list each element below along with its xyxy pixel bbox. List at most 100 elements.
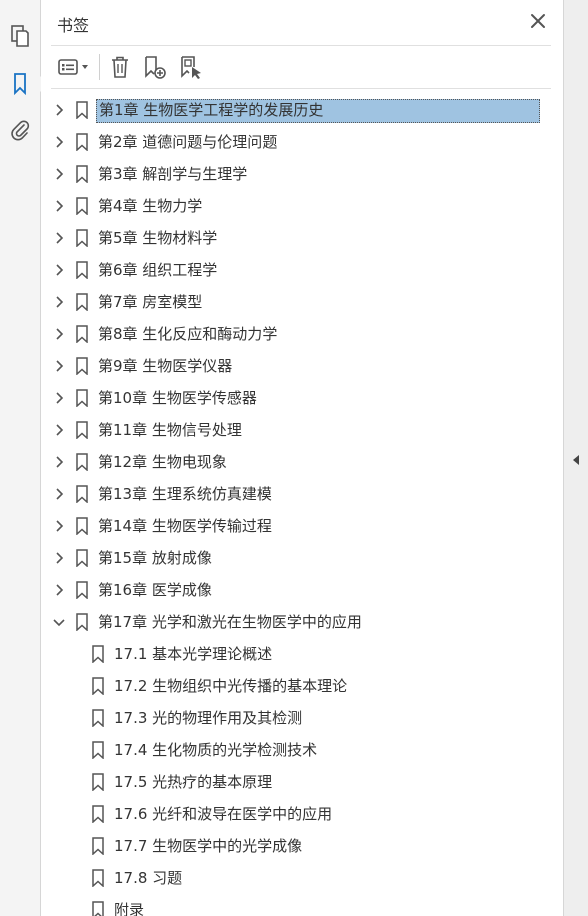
options-icon [58, 59, 88, 75]
bookmark-label: 17.1 基本光学理论概述 [114, 645, 273, 663]
bookmark-row[interactable]: 第11章 生物信号处理 [41, 415, 541, 445]
bookmark-row[interactable]: 第10章 生物医学传感器 [41, 383, 541, 413]
bookmark-label: 第7章 房室模型 [98, 293, 203, 311]
bookmarks-panel: 书签 第1章 生物医学工程学的发展历史 第2章 道德问题与伦理问题 第3章 解剖… [41, 0, 588, 916]
collapse-panel-button[interactable] [570, 452, 582, 468]
bookmark-row[interactable]: 第14章 生物医学传输过程 [41, 511, 541, 541]
bookmark-row[interactable]: 第6章 组织工程学 [41, 255, 541, 285]
bookmark-row[interactable]: 17.4 生化物质的光学检测技术 [41, 735, 541, 765]
chevron-right-icon[interactable] [51, 422, 67, 438]
bookmark-row[interactable]: 17.1 基本光学理论概述 [41, 639, 541, 669]
options-button[interactable] [55, 54, 95, 80]
bookmark-row[interactable]: 第12章 生物电现象 [41, 447, 541, 477]
chevron-right-icon[interactable] [51, 198, 67, 214]
bookmark-icon [75, 133, 89, 152]
bookmark-row[interactable]: 附录 [41, 895, 541, 916]
chevron-right-icon[interactable] [51, 230, 67, 246]
bookmark-label: 第14章 生物医学传输过程 [98, 517, 272, 535]
bookmark-icon [75, 485, 89, 504]
bookmark-label: 第5章 生物材料学 [98, 229, 218, 247]
bookmark-row[interactable]: 17.7 生物医学中的光学成像 [41, 831, 541, 861]
bookmark-row[interactable]: 第13章 生理系统仿真建模 [41, 479, 541, 509]
pages-button[interactable] [0, 18, 40, 54]
bookmark-icon [91, 805, 105, 824]
bookmark-row[interactable]: 第17章 光学和激光在生物医学中的应用 [41, 607, 541, 637]
chevron-right-icon[interactable] [51, 294, 67, 310]
bookmark-icon [75, 229, 89, 248]
bookmark-icon [75, 581, 89, 600]
bookmark-from-selection-button[interactable] [177, 54, 205, 80]
bookmark-icon [75, 517, 89, 536]
chevron-right-icon[interactable] [51, 518, 67, 534]
bookmark-row[interactable]: 第5章 生物材料学 [41, 223, 541, 253]
bookmark-label: 第9章 生物医学仪器 [98, 357, 233, 375]
bookmark-label: 17.6 光纤和波导在医学中的应用 [114, 805, 333, 823]
bookmark-row[interactable]: 17.5 光热疗的基本原理 [41, 767, 541, 797]
bookmark-row[interactable]: 第4章 生物力学 [41, 191, 541, 221]
bookmark-label: 第8章 生化反应和酶动力学 [98, 325, 278, 343]
bookmark-row[interactable]: 第16章 医学成像 [41, 575, 541, 605]
left-rail [0, 0, 48, 916]
bookmark-icon [91, 837, 105, 856]
chevron-right-icon[interactable] [51, 166, 67, 182]
triangle-left-icon [573, 455, 579, 465]
bookmark-label: 17.8 习题 [114, 869, 183, 887]
chevron-right-icon[interactable] [51, 550, 67, 566]
bookmark-label: 17.7 生物医学中的光学成像 [114, 837, 303, 855]
delete-bookmark-button[interactable] [107, 54, 133, 80]
bookmark-label: 第3章 解剖学与生理学 [98, 165, 248, 183]
panel-title: 书签 [57, 16, 90, 35]
bookmark-label: 第10章 生物医学传感器 [98, 389, 257, 407]
bookmark-label: 第6章 组织工程学 [98, 261, 218, 279]
bookmark-toolbar [51, 45, 551, 89]
bookmark-icon [91, 901, 105, 916]
bookmark-icon [75, 549, 89, 568]
bookmark-row[interactable]: 17.6 光纤和波导在医学中的应用 [41, 799, 541, 829]
bookmark-icon [91, 677, 105, 696]
chevron-right-icon[interactable] [51, 582, 67, 598]
bookmark-icon [75, 325, 89, 344]
attachments-button[interactable] [0, 112, 40, 148]
bookmark-label: 第11章 生物信号处理 [98, 421, 242, 439]
new-bookmark-button[interactable] [141, 54, 169, 80]
bookmark-label: 附录 [114, 901, 145, 916]
panel-header: 书签 [41, 0, 563, 44]
chevron-right-icon[interactable] [51, 454, 67, 470]
chevron-right-icon[interactable] [51, 326, 67, 342]
bookmark-row[interactable]: 第7章 房室模型 [41, 287, 541, 317]
bookmark-row[interactable]: 第8章 生化反应和酶动力学 [41, 319, 541, 349]
bookmark-icon [75, 261, 89, 280]
bookmark-icon [75, 197, 89, 216]
pages-icon [11, 25, 29, 47]
bookmark-label: 第15章 放射成像 [98, 549, 212, 567]
bookmark-icon [75, 389, 89, 408]
panel-splitter[interactable] [563, 0, 588, 916]
bookmark-icon [75, 453, 89, 472]
bookmark-icon [75, 165, 89, 184]
bookmark-row[interactable]: 第15章 放射成像 [41, 543, 541, 573]
bookmark-icon [91, 741, 105, 760]
bookmark-row[interactable]: 第3章 解剖学与生理学 [41, 159, 541, 189]
chevron-right-icon[interactable] [51, 358, 67, 374]
chevron-right-icon[interactable] [51, 486, 67, 502]
bookmark-icon [91, 773, 105, 792]
chevron-down-icon[interactable] [51, 614, 67, 630]
bookmark-row[interactable]: 第9章 生物医学仪器 [41, 351, 541, 381]
bookmark-row[interactable]: 17.2 生物组织中光传播的基本理论 [41, 671, 541, 701]
toolbar-separator [99, 54, 100, 80]
close-panel-button[interactable] [527, 10, 549, 32]
chevron-right-icon[interactable] [51, 262, 67, 278]
chevron-right-icon[interactable] [51, 102, 67, 118]
bookmark-label: 第12章 生物电现象 [98, 453, 227, 471]
bookmark-label: 第13章 生理系统仿真建模 [98, 485, 272, 503]
bookmark-row[interactable]: 第1章 生物医学工程学的发展历史 [41, 95, 541, 125]
bookmark-label: 第2章 道德问题与伦理问题 [98, 133, 278, 151]
chevron-right-icon[interactable] [51, 134, 67, 150]
bookmark-icon [75, 293, 89, 312]
bookmark-row[interactable]: 第2章 道德问题与伦理问题 [41, 127, 541, 157]
bookmark-icon [91, 709, 105, 728]
bookmark-row[interactable]: 17.8 习题 [41, 863, 541, 893]
bookmarks-button[interactable] [0, 66, 48, 102]
bookmark-row[interactable]: 17.3 光的物理作用及其检测 [41, 703, 541, 733]
chevron-right-icon[interactable] [51, 390, 67, 406]
